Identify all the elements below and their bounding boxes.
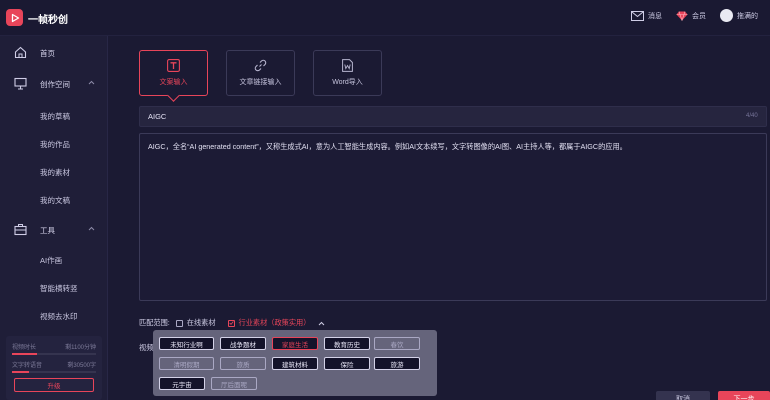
input-mode-tabs: 文案输入 文章链接输入 Word导入 (139, 50, 382, 96)
title-char-count: 4/40 (746, 113, 758, 119)
username: 拖满的 (737, 12, 758, 20)
play-icon (11, 13, 19, 22)
category-chip[interactable]: 保险 (324, 357, 370, 370)
match-range-row: 匹配范围: 在线素材 行业素材（政策实用） (139, 318, 325, 328)
title-input[interactable] (139, 106, 767, 127)
member-button[interactable]: 会员 (676, 10, 706, 21)
category-chip[interactable]: 清明假期 (159, 357, 214, 370)
sidebar-item-creation-space[interactable]: 创作空间 (0, 70, 108, 98)
industry-material-label: 行业素材（政策实用） (238, 318, 311, 327)
cancel-button[interactable]: 取消 (656, 391, 710, 400)
sidebar-item-label: 工具 (40, 225, 55, 235)
sidebar-item-label: AI作画 (40, 255, 63, 265)
video-quota-fill (12, 353, 38, 355)
content-textarea[interactable]: AIGC，全名“AI generated content”，又称生成式AI，意为… (139, 133, 767, 301)
next-step-button[interactable]: 下一步 (718, 391, 770, 400)
avatar (720, 9, 733, 22)
video-quota-bar (12, 353, 96, 355)
match-range-label: 匹配范围: (139, 318, 170, 327)
category-chip[interactable]: 战争题材 (220, 337, 266, 350)
text-quota-value: 剩30500字 (67, 363, 96, 369)
sidebar-item-my-drafts[interactable]: 我的草稿 (0, 102, 108, 130)
messages-label: 消息 (648, 12, 662, 20)
sidebar-item-label: 我的素材 (40, 167, 70, 177)
online-material-label: 在线素材 (186, 318, 216, 327)
text-quota-row: 文字转语音 剩30500字 (12, 360, 96, 369)
sidebar-item-my-scripts[interactable]: 我的文稿 (0, 186, 108, 214)
online-material-checkbox[interactable] (175, 319, 183, 327)
tab-label: Word导入 (332, 79, 363, 86)
sidebar-item-my-works[interactable]: 我的作品 (0, 130, 108, 158)
app-title: 一帧秒创 (28, 15, 68, 26)
messages-button[interactable]: 消息 (631, 10, 662, 21)
toolbox-icon (14, 224, 27, 236)
chevron-up-icon[interactable] (318, 321, 325, 326)
mail-icon (631, 10, 644, 21)
chevron-up-icon (88, 226, 95, 231)
video-label: 视频 (139, 343, 154, 352)
monitor-icon (14, 77, 27, 90)
text-quota-bar (12, 371, 96, 373)
sidebar-item-home[interactable]: 首页 (0, 39, 108, 67)
tab-label: 文章链接输入 (239, 79, 282, 86)
tab-text-input[interactable]: 文案输入 (139, 50, 208, 96)
sidebar-item-label: 我的作品 (40, 139, 70, 149)
category-chip[interactable]: 家庭生活 (272, 337, 318, 350)
sidebar-item-landscape-to-portrait[interactable]: 智能横转竖 (0, 274, 108, 302)
text-quota-label: 文字转语音 (12, 363, 43, 369)
sidebar-item-label: 视频去水印 (40, 311, 78, 321)
text-quota-fill (12, 371, 29, 373)
category-chip[interactable]: 厅后面呢 (211, 377, 257, 390)
member-label: 会员 (692, 12, 706, 20)
category-chip[interactable]: 建筑材料 (272, 357, 318, 370)
sidebar: 首页 创作空间 我的草稿 我的作品 我的素材 我的文稿 工具 AI作画 智能横转… (0, 36, 108, 400)
word-document-icon (342, 59, 353, 72)
tab-word-import[interactable]: Word导入 (313, 50, 382, 96)
sidebar-item-tools[interactable]: 工具 (0, 216, 108, 244)
category-chip[interactable]: 旅质 (220, 357, 266, 370)
category-chip[interactable]: 教育历史 (324, 337, 370, 350)
video-quota-label: 视频时长 (12, 345, 37, 351)
tab-article-link[interactable]: 文章链接输入 (226, 50, 295, 96)
quota-panel: 视频时长 剩1100分钟 文字转语音 剩30500字 升级 (6, 336, 102, 400)
top-bar: 一帧秒创 消息 会员 拖满的 (0, 0, 770, 36)
diamond-icon (676, 10, 688, 21)
app-logo[interactable] (6, 9, 23, 26)
video-quota-value: 剩1100分钟 (65, 345, 96, 351)
link-icon (254, 59, 267, 72)
sidebar-item-ai-painting[interactable]: AI作画 (0, 246, 108, 274)
sidebar-item-remove-watermark[interactable]: 视频去水印 (0, 302, 108, 330)
sidebar-item-label: 我的文稿 (40, 195, 70, 205)
category-chip[interactable]: 旅游 (374, 357, 420, 370)
chevron-up-icon (88, 80, 95, 85)
upgrade-button[interactable]: 升级 (14, 378, 94, 392)
home-icon (14, 46, 27, 59)
video-quota-row: 视频时长 剩1100分钟 (12, 342, 96, 351)
sidebar-item-my-materials[interactable]: 我的素材 (0, 158, 108, 186)
category-chip[interactable]: 未知行业啊 (159, 337, 214, 350)
sidebar-item-label: 创作空间 (40, 79, 70, 89)
check-icon (228, 321, 234, 325)
sidebar-item-label: 智能横转竖 (40, 283, 78, 293)
category-chip[interactable]: 春饮 (374, 337, 420, 350)
category-chip[interactable]: 元宇宙 (159, 377, 205, 390)
text-icon (167, 59, 180, 72)
sidebar-item-label: 我的草稿 (40, 111, 70, 121)
industry-material-checkbox[interactable] (227, 319, 235, 327)
industry-category-popup: 未知行业啊 战争题材 家庭生活 教育历史 春饮 清明假期 旅质 建筑材料 保险 … (153, 330, 437, 396)
sidebar-item-label: 首页 (40, 48, 55, 58)
tab-label: 文案输入 (159, 79, 188, 86)
user-menu[interactable]: 拖满的 (720, 9, 758, 22)
